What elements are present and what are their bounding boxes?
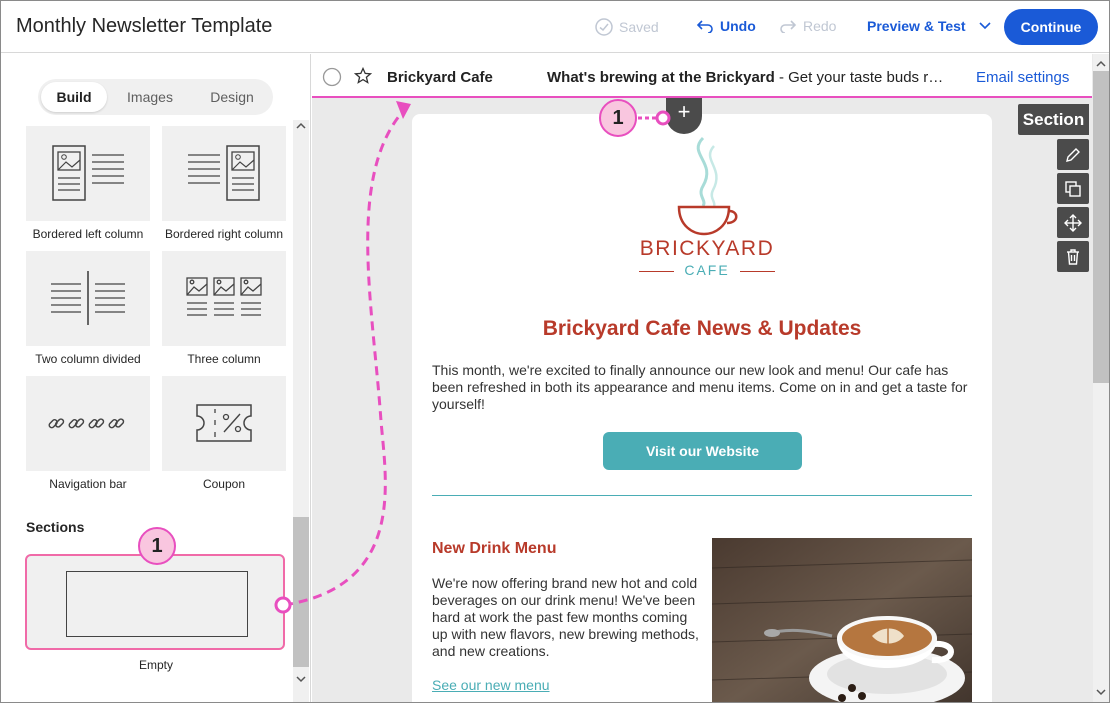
subject-bar: Brickyard Cafe What's brewing at the Bri… <box>312 54 1092 98</box>
logo-line-right <box>740 271 775 272</box>
section-label: Empty <box>138 658 173 672</box>
email-settings-link[interactable]: Email settings <box>976 69 1069 86</box>
block-label: Bordered right column <box>164 227 284 241</box>
block-bordered-left-column[interactable] <box>26 126 150 221</box>
block-three-column[interactable] <box>162 251 286 346</box>
delete-section-button[interactable] <box>1057 241 1089 272</box>
panel-tabs: Build Images Design <box>38 79 273 115</box>
logo-subtext: CAFE <box>684 262 730 278</box>
trash-icon <box>1067 248 1079 265</box>
left-panel: Build Images Design Bordered left column <box>1 54 311 702</box>
section-empty[interactable] <box>25 554 285 650</box>
select-circle-icon[interactable] <box>322 67 342 87</box>
section-toolbar-label: Section <box>1018 104 1089 135</box>
move-icon <box>1064 213 1082 232</box>
continue-button[interactable]: Continue <box>1004 9 1098 45</box>
logo-line-left <box>639 271 674 272</box>
duplicate-section-button[interactable] <box>1057 173 1089 204</box>
subject-rest: - Get your taste buds r… <box>774 69 944 86</box>
tab-images[interactable]: Images <box>116 82 184 112</box>
redo-arrow-icon <box>780 20 797 33</box>
undo-arrow-icon <box>696 20 713 33</box>
redo-label: Redo <box>803 18 837 34</box>
right-scrollbar-thumb[interactable] <box>1093 71 1109 383</box>
block-label: Three column <box>187 352 261 366</box>
coffee-cup-logo-icon <box>677 136 738 236</box>
visit-website-button[interactable]: Visit our Website <box>603 432 802 470</box>
drink-menu-heading[interactable]: New Drink Menu <box>432 540 556 558</box>
check-circle-icon <box>595 18 613 36</box>
step-badge: 1 <box>138 527 176 565</box>
logo-text: BRICKYARD <box>639 237 775 260</box>
scroll-up-arrow-icon[interactable] <box>1095 59 1107 69</box>
top-bar: Monthly Newsletter Template Saved Undo R… <box>1 1 1109 53</box>
block-navigation-bar[interactable] <box>26 376 150 471</box>
drink-menu-link[interactable]: See our new menu <box>432 677 550 693</box>
undo-button[interactable]: Undo <box>696 18 756 34</box>
coffee-cup-photo <box>711 538 973 702</box>
redo-button[interactable]: Redo <box>779 18 836 34</box>
two-column-divided-icon <box>51 271 125 325</box>
block-label: Bordered left column <box>32 227 144 241</box>
logo-block[interactable]: BRICKYARD CAFE <box>617 126 797 306</box>
tab-design[interactable]: Design <box>196 82 268 112</box>
move-section-button[interactable] <box>1057 207 1089 238</box>
saved-label: Saved <box>619 19 659 35</box>
scroll-down-arrow-icon[interactable] <box>1095 687 1107 697</box>
scroll-up-arrow-icon[interactable] <box>295 121 307 131</box>
three-column-icon <box>186 277 262 316</box>
chevron-down-icon <box>978 22 991 30</box>
add-section-button[interactable]: + <box>666 98 702 134</box>
star-icon[interactable] <box>354 67 372 85</box>
step-badge: 1 <box>599 99 637 137</box>
block-bordered-right-column[interactable] <box>162 126 286 221</box>
scroll-down-arrow-icon[interactable] <box>295 674 307 684</box>
email-title[interactable]: Brickyard Cafe News & Updates <box>412 317 992 341</box>
block-label: Coupon <box>202 477 246 491</box>
duplicate-icon <box>1065 180 1081 197</box>
tab-build[interactable]: Build <box>41 82 107 112</box>
block-label: Navigation bar <box>49 477 127 491</box>
link-chain-icon <box>48 418 125 429</box>
sections-heading: Sections <box>26 519 85 535</box>
email-subject: What's brewing at the Brickyard - Get yo… <box>547 69 973 86</box>
saved-indicator: Saved <box>595 18 659 36</box>
block-two-column-divided[interactable] <box>26 251 150 346</box>
email-sender: Brickyard Cafe <box>387 69 493 86</box>
app-window: Monthly Newsletter Template Saved Undo R… <box>0 0 1110 703</box>
undo-label: Undo <box>720 18 756 34</box>
coupon-percent-icon <box>196 404 252 442</box>
left-scrollbar-thumb[interactable] <box>293 517 309 667</box>
email-body[interactable]: BRICKYARD CAFE Brickyard Cafe News & Upd… <box>412 114 992 702</box>
block-coupon[interactable] <box>162 376 286 471</box>
email-divider[interactable] <box>432 495 972 496</box>
empty-section-preview <box>66 571 248 637</box>
block-label: Two column divided <box>35 352 141 366</box>
bordered-left-column-icon <box>52 145 124 201</box>
drink-menu-text[interactable]: We're now offering brand new hot and col… <box>432 575 702 660</box>
coffee-photo[interactable] <box>711 538 973 702</box>
preview-test-button[interactable]: Preview & Test <box>867 18 992 34</box>
page-title: Monthly Newsletter Template <box>16 15 273 37</box>
subject-bold: What's brewing at the Brickyard <box>547 69 775 86</box>
pencil-icon <box>1066 147 1080 162</box>
edit-section-button[interactable] <box>1057 139 1089 170</box>
preview-label: Preview & Test <box>867 18 966 34</box>
bordered-right-column-icon <box>188 145 260 201</box>
plus-icon: + <box>677 99 691 124</box>
email-intro-text[interactable]: This month, we're excited to finally ann… <box>432 362 977 413</box>
